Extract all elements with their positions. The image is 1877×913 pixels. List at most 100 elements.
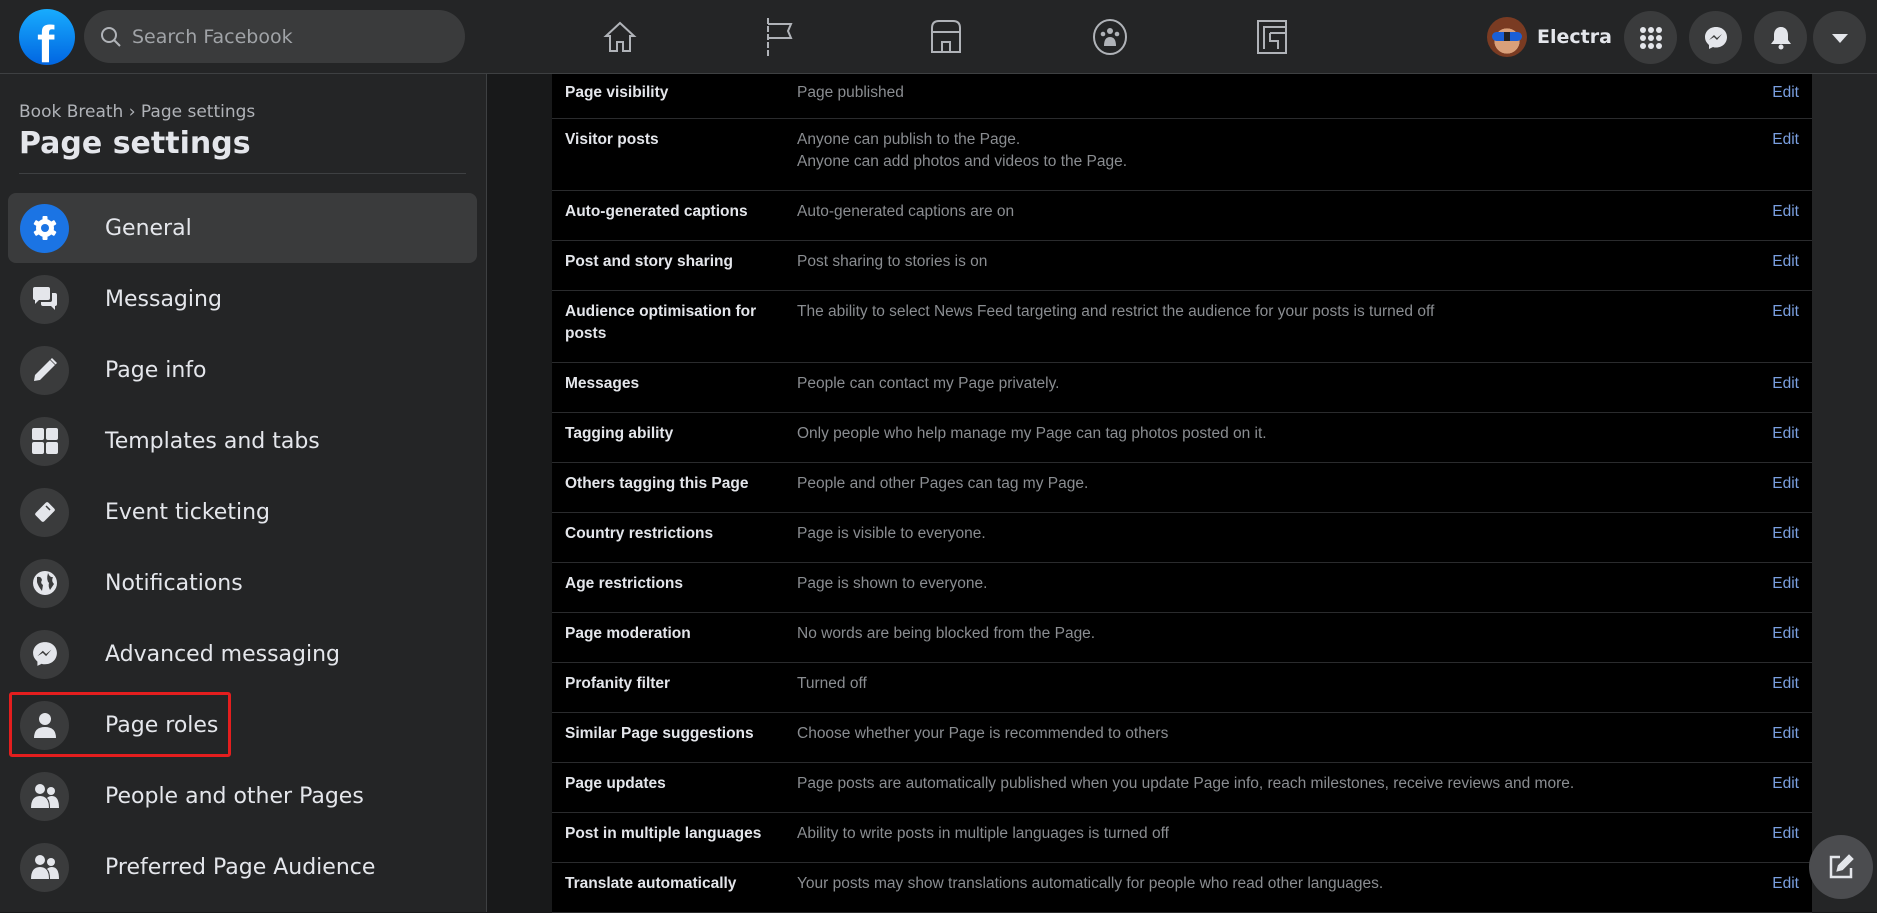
setting-value-text: Page is visible to everyone. — [797, 525, 986, 542]
sidebar-item-label: General — [105, 215, 192, 241]
setting-value-text: Auto-generated captions are on — [797, 203, 1015, 220]
edit-link[interactable]: Edit — [1772, 573, 1799, 612]
setting-label: Profanity filter — [565, 675, 671, 692]
setting-label: Page visibility — [565, 84, 669, 101]
avatar — [1487, 17, 1527, 57]
nav-home[interactable] — [596, 14, 644, 60]
settings-row: Post in multiple languages Ability to wri… — [552, 813, 1812, 863]
edit-link[interactable]: Edit — [1772, 201, 1799, 240]
edit-link[interactable]: Edit — [1772, 423, 1799, 462]
sidebar-item-templates-tabs[interactable]: Templates and tabs — [8, 406, 477, 476]
setting-value-text: Your posts may show translations automat… — [797, 875, 1384, 892]
edit-link[interactable]: Edit — [1772, 623, 1799, 662]
nav-pages[interactable] — [756, 14, 804, 60]
sidebar-item-event-ticketing[interactable]: Event ticketing — [8, 477, 477, 547]
setting-value-text: Post sharing to stories is on — [797, 253, 988, 270]
edit-link[interactable]: Edit — [1772, 823, 1799, 862]
edit-link[interactable]: Edit — [1772, 301, 1799, 362]
notifications-button[interactable] — [1754, 11, 1807, 64]
edit-link[interactable]: Edit — [1772, 473, 1799, 512]
setting-label: Page moderation — [565, 625, 691, 642]
account-button[interactable] — [1813, 11, 1866, 64]
setting-label: Post in multiple languages — [565, 825, 762, 842]
menu-button[interactable] — [1624, 11, 1677, 64]
nav-gaming[interactable] — [1248, 14, 1296, 60]
sidebar-item-label: Notifications — [105, 570, 243, 596]
setting-label: Post and story sharing — [565, 253, 733, 270]
sidebar-item-advanced-messaging[interactable]: Advanced messaging — [8, 619, 477, 689]
search-input[interactable] — [132, 25, 432, 48]
facebook-logo[interactable]: f — [19, 9, 75, 65]
settings-row: Post and story sharing Post sharing to st… — [552, 241, 1812, 291]
settings-row: Page updates Page posts are automatically… — [552, 763, 1812, 813]
setting-value-text: Only people who help manage my Page can … — [797, 425, 1267, 442]
compose-icon — [1829, 854, 1854, 879]
edit-link[interactable]: Edit — [1772, 82, 1799, 118]
search-bar[interactable] — [84, 10, 465, 63]
sidebar-item-page-info[interactable]: Page info — [8, 335, 477, 405]
chat-bubbles-icon — [20, 274, 69, 324]
setting-value-text: Page published — [797, 84, 904, 101]
person-icon — [20, 700, 69, 750]
home-icon — [603, 21, 637, 52]
settings-row: Similar Page suggestions Choose whether y… — [552, 713, 1812, 763]
sidebar-item-notifications[interactable]: Notifications — [8, 548, 477, 618]
top-navbar: f Electra — [0, 0, 1877, 74]
edit-link[interactable]: Edit — [1772, 773, 1799, 812]
settings-row: Profanity filter Turned off Edit — [552, 663, 1812, 713]
search-icon — [101, 26, 121, 47]
edit-link[interactable]: Edit — [1772, 673, 1799, 712]
edit-link[interactable]: Edit — [1772, 523, 1799, 562]
edit-link[interactable]: Edit — [1772, 723, 1799, 762]
messenger-button[interactable] — [1689, 11, 1742, 64]
edit-link[interactable]: Edit — [1772, 129, 1799, 190]
sidebar-item-label: Event ticketing — [105, 499, 270, 525]
setting-value: Turned off — [797, 673, 1772, 712]
setting-value: Only people who help manage my Page can … — [797, 423, 1772, 462]
setting-value: Auto-generated captions are on — [797, 201, 1772, 240]
edit-link[interactable]: Edit — [1772, 873, 1799, 912]
messenger-icon — [1704, 26, 1727, 49]
sidebar-item-label: Page roles — [105, 712, 219, 738]
breadcrumb[interactable]: Book Breath › Page settings — [19, 102, 255, 122]
settings-row: Translate automatically Your posts may sh… — [552, 863, 1812, 913]
settings-row: Audience optimisation for posts The abili… — [552, 291, 1812, 363]
setting-label: Page updates — [565, 775, 666, 792]
nav-groups[interactable] — [1086, 14, 1134, 60]
sidebar-item-messaging[interactable]: Messaging — [8, 264, 477, 334]
edit-link[interactable]: Edit — [1772, 373, 1799, 412]
globe-icon — [20, 558, 69, 608]
setting-value-text: The ability to select News Feed targetin… — [797, 303, 1435, 320]
user-name: Electra — [1537, 26, 1612, 48]
setting-value: Page posts are automatically published w… — [797, 773, 1772, 812]
people-icon — [20, 842, 69, 892]
setting-label: Translate automatically — [565, 875, 737, 892]
setting-value: Page is visible to everyone. — [797, 523, 1772, 562]
flag-icon — [767, 18, 793, 56]
setting-value-text: Anyone can publish to the Page. — [797, 131, 1021, 148]
profile-link[interactable]: Electra — [1487, 17, 1612, 57]
settings-sidebar: Book Breath › Page settings Page setting… — [0, 74, 487, 912]
divider — [19, 173, 466, 174]
setting-value: Post sharing to stories is on — [797, 251, 1772, 290]
sidebar-item-people-other-pages[interactable]: People and other Pages — [8, 761, 477, 831]
sidebar-item-preferred-audience[interactable]: Preferred Page Audience — [8, 832, 477, 902]
grid-dots-icon — [1639, 26, 1662, 49]
setting-label: Country restrictions — [565, 525, 714, 542]
gaming-icon — [1257, 20, 1287, 54]
sidebar-item-label: People and other Pages — [105, 783, 364, 809]
edit-link[interactable]: Edit — [1772, 251, 1799, 290]
setting-label: Others tagging this Page — [565, 475, 749, 492]
scrollbar-area[interactable] — [1812, 74, 1877, 912]
setting-value-text: Ability to write posts in multiple langu… — [797, 825, 1169, 842]
sidebar-item-page-roles[interactable]: Page roles — [8, 690, 477, 760]
setting-value: The ability to select News Feed targetin… — [797, 301, 1772, 362]
sidebar-item-label: Templates and tabs — [105, 428, 320, 454]
nav-marketplace[interactable] — [922, 14, 970, 60]
new-message-button[interactable] — [1809, 835, 1873, 899]
setting-value: Page published — [797, 82, 1772, 118]
sidebar-item-general[interactable]: General — [8, 193, 477, 263]
settings-table: Page visibility Page published Edit Visitor… — [552, 74, 1812, 913]
settings-row: Age restrictions Page is shown to everyon… — [552, 563, 1812, 613]
grid-icon — [20, 416, 69, 466]
